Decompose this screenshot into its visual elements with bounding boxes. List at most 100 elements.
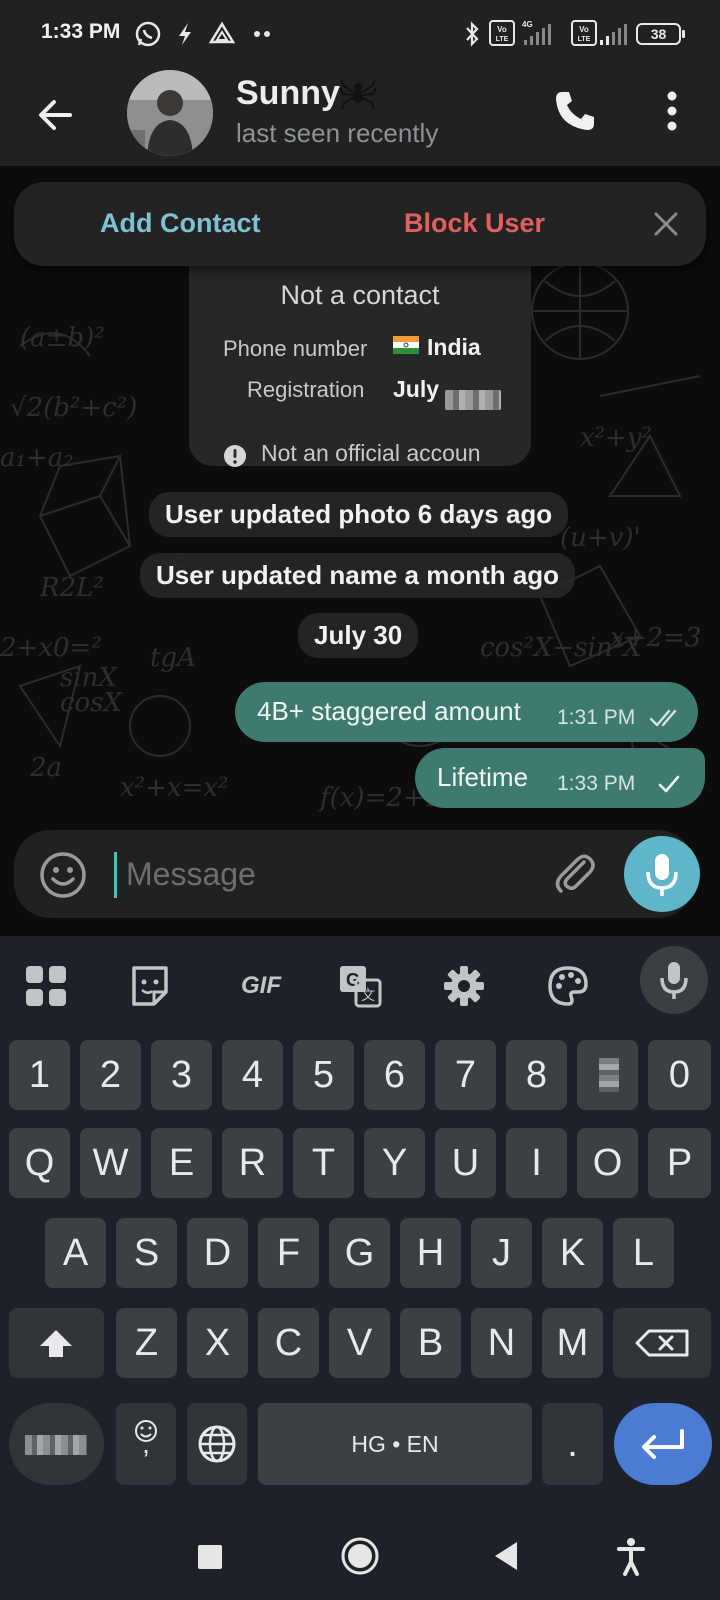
- contact-info-card: Not a contact Phone number India Registr…: [189, 266, 531, 467]
- key-9-blurred[interactable]: [577, 1040, 638, 1110]
- date-separator: July 30: [298, 613, 419, 658]
- key-h[interactable]: H: [400, 1218, 461, 1288]
- shift-key[interactable]: [9, 1308, 104, 1378]
- key-8[interactable]: 8: [506, 1040, 567, 1110]
- svg-text:cos²X−sin²X: cos²X−sin²X: [480, 633, 643, 663]
- message-text: Lifetime: [437, 762, 529, 792]
- blurred-label: [25, 1435, 87, 1455]
- key-1[interactable]: 1: [9, 1040, 70, 1110]
- chat-area[interactable]: (a±b)² (u+v)' √2(b²+c²) x²+y² R2L² 2+x0=…: [0, 166, 720, 936]
- svg-text:a₁+a₂: a₁+a₂: [0, 443, 74, 473]
- apps-icon[interactable]: [16, 956, 76, 1016]
- key-t[interactable]: T: [293, 1128, 354, 1198]
- key-x[interactable]: X: [187, 1308, 248, 1378]
- key-5[interactable]: 5: [293, 1040, 354, 1110]
- navigation-bar: [0, 1516, 720, 1600]
- key-v[interactable]: V: [329, 1308, 390, 1378]
- phone-number-label: Phone number: [223, 336, 368, 361]
- settings-icon[interactable]: [434, 956, 494, 1016]
- key-l[interactable]: L: [613, 1218, 674, 1288]
- svg-text:LTE: LTE: [578, 36, 591, 43]
- block-user-button[interactable]: Block User: [404, 208, 545, 239]
- period-key[interactable]: .: [542, 1403, 603, 1485]
- key-g[interactable]: G: [329, 1218, 390, 1288]
- whatsapp-icon: [134, 20, 162, 48]
- key-m[interactable]: M: [542, 1308, 603, 1378]
- palette-icon[interactable]: [538, 956, 598, 1016]
- message-bubble[interactable]: Lifetime 1:33 PM: [415, 748, 705, 808]
- translate-icon[interactable]: G文: [330, 956, 390, 1016]
- shift-icon: [40, 1330, 72, 1357]
- svg-text:2+x0=²: 2+x0=²: [0, 633, 102, 663]
- key-0[interactable]: 0: [648, 1040, 711, 1110]
- key-i[interactable]: I: [506, 1128, 567, 1198]
- keyboard-mic-icon[interactable]: [640, 946, 708, 1014]
- key-k[interactable]: K: [542, 1218, 603, 1288]
- keyboard: GIF G文 1 2 3 4 5 6 7 8 0 Q W E R T Y U I…: [0, 936, 720, 1516]
- svg-text:(a±b)²: (a±b)²: [20, 323, 105, 353]
- key-e[interactable]: E: [151, 1128, 212, 1198]
- language-key[interactable]: [187, 1403, 247, 1485]
- key-c[interactable]: C: [258, 1308, 319, 1378]
- key-6[interactable]: 6: [364, 1040, 425, 1110]
- key-d[interactable]: D: [187, 1218, 248, 1288]
- key-b[interactable]: B: [400, 1308, 461, 1378]
- space-key[interactable]: HG • EN: [258, 1403, 532, 1485]
- svg-text:√2(b²+c²): √2(b²+c²): [10, 393, 137, 423]
- key-u[interactable]: U: [435, 1128, 496, 1198]
- accessibility-icon[interactable]: [616, 1536, 646, 1576]
- key-j[interactable]: J: [471, 1218, 532, 1288]
- key-s[interactable]: S: [116, 1218, 177, 1288]
- gif-button[interactable]: GIF: [226, 956, 296, 1016]
- key-o[interactable]: O: [577, 1128, 638, 1198]
- contact-name[interactable]: Sunny: [236, 74, 340, 113]
- key-n[interactable]: N: [471, 1308, 532, 1378]
- key-p[interactable]: P: [648, 1128, 711, 1198]
- message-time: 1:31 PM: [557, 706, 636, 729]
- signal-icon: [598, 18, 630, 48]
- comma-label: ,: [142, 1428, 150, 1459]
- signal-4g-icon: 4G: [520, 18, 560, 48]
- key-y[interactable]: Y: [364, 1128, 425, 1198]
- svg-text:LTE: LTE: [496, 36, 509, 43]
- avatar[interactable]: [127, 70, 213, 156]
- key-f[interactable]: F: [258, 1218, 319, 1288]
- call-button[interactable]: [550, 86, 600, 136]
- back-button[interactable]: [30, 90, 80, 140]
- paperclip-icon: [555, 854, 595, 893]
- svg-text:tgA: tgA: [150, 643, 196, 673]
- key-7[interactable]: 7: [435, 1040, 496, 1110]
- svg-text:x²+x=x²: x²+x=x²: [120, 773, 228, 803]
- microphone-icon: [646, 854, 678, 896]
- emoji-button[interactable]: [38, 850, 88, 900]
- key-q[interactable]: Q: [9, 1128, 70, 1198]
- key-2[interactable]: 2: [80, 1040, 141, 1110]
- recents-square-icon[interactable]: [197, 1544, 223, 1570]
- key-r[interactable]: R: [222, 1128, 283, 1198]
- key-z[interactable]: Z: [116, 1308, 177, 1378]
- key-a[interactable]: A: [45, 1218, 106, 1288]
- service-message: User updated photo 6 days ago: [149, 492, 569, 537]
- attach-button[interactable]: [550, 848, 600, 898]
- key-4[interactable]: 4: [222, 1040, 283, 1110]
- key-w[interactable]: W: [80, 1128, 141, 1198]
- registration-label: Registration: [247, 377, 365, 402]
- enter-key[interactable]: [614, 1403, 712, 1485]
- add-contact-button[interactable]: Add Contact: [100, 208, 260, 239]
- message-input[interactable]: [120, 846, 520, 902]
- more-options-button[interactable]: [650, 86, 694, 136]
- sticker-icon[interactable]: [120, 956, 180, 1016]
- svg-text:(u+v)': (u+v)': [560, 523, 641, 553]
- svg-text:R2L²: R2L²: [39, 573, 104, 603]
- back-triangle-icon[interactable]: [493, 1540, 519, 1572]
- close-action-bar-button[interactable]: [648, 206, 684, 242]
- symbols-key-blurred[interactable]: [9, 1403, 104, 1485]
- chat-header: Sunny last seen recently: [0, 66, 720, 166]
- message-bubble[interactable]: 4B+ staggered amount 1:31 PM: [235, 682, 698, 742]
- home-circle-icon[interactable]: [340, 1536, 380, 1576]
- svg-text:Vo: Vo: [497, 25, 507, 34]
- key-3[interactable]: 3: [151, 1040, 212, 1110]
- backspace-key[interactable]: [613, 1308, 711, 1378]
- emoji-comma-key[interactable]: ,: [116, 1403, 176, 1485]
- voice-record-button[interactable]: [624, 836, 700, 912]
